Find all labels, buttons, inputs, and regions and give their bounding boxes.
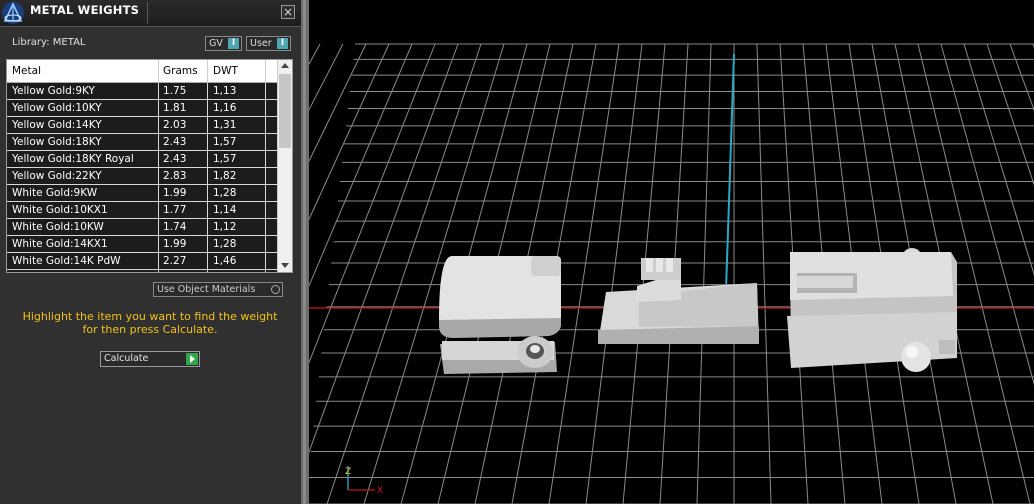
play-arrow-icon: [186, 353, 198, 365]
cell-dwt: 1,16: [213, 102, 237, 114]
header-divider: [158, 60, 159, 82]
close-button[interactable]: ×: [281, 5, 295, 19]
title-divider: [147, 2, 148, 24]
scroll-down-arrow-icon[interactable]: [281, 263, 289, 268]
grid-line: [986, 43, 1034, 186]
cell-dwt: 1,57: [213, 136, 237, 148]
y-axis-line: [725, 53, 735, 291]
use-object-materials-label: Use Object Materials: [157, 284, 256, 295]
table-row[interactable]: White Gold:14KX1 1.99 1,28: [7, 236, 277, 253]
cell-grams: 1.77: [163, 204, 187, 216]
cell-metal: Yellow Gold:18KY: [12, 136, 102, 148]
cell-grams: 1.77: [163, 272, 186, 273]
panel-titlebar[interactable]: METAL WEIGHTS ×: [0, 0, 301, 27]
cell-metal: White Gold:9KW: [12, 187, 98, 199]
cell-metal: White Gold:14KX1: [12, 238, 108, 250]
calculate-button[interactable]: Calculate: [100, 351, 200, 367]
cell-metal: White Gold:10KX1: [12, 204, 108, 216]
cell-dwt: 1,46: [213, 255, 237, 267]
grid-line: [309, 43, 413, 288]
grid-line: [309, 43, 390, 221]
table-row[interactable]: Yellow Gold:10KY 1.81 1,16: [7, 100, 277, 117]
cell-dwt: 1,28: [213, 238, 237, 250]
table-header: Metal Grams DWT: [7, 60, 277, 83]
table-row[interactable]: Yellow Gold:18KY 2.43 1,57: [7, 134, 277, 151]
instruction-text: Highlight the item you want to find the …: [22, 310, 278, 336]
cell-grams: 2.83: [163, 170, 187, 182]
cell-dwt: 1,31: [213, 119, 237, 131]
cell-grams: 1.99: [163, 238, 187, 250]
header-dwt[interactable]: DWT: [213, 65, 238, 77]
scroll-thumb[interactable]: [279, 74, 291, 148]
table-row[interactable]: White Gold:9KW 1.99 1,28: [7, 185, 277, 202]
model-wedge[interactable]: [598, 258, 759, 344]
panel-title: METAL WEIGHTS: [30, 3, 140, 17]
cell-dwt: 1,14: [213, 272, 236, 273]
cell-metal: White Gold:10KW: [12, 221, 104, 233]
grid-line: [696, 43, 712, 504]
axis-gizmo: Z X: [345, 466, 383, 496]
header-metal[interactable]: Metal: [12, 65, 41, 77]
table-row[interactable]: Yellow Gold:18KY Royal 2.43 1,57: [7, 151, 277, 168]
cell-dwt: 1,57: [213, 153, 237, 165]
metal-weights-panel: METAL WEIGHTS × Library: METAL GV I User…: [0, 0, 301, 504]
cell-grams: 2.03: [163, 119, 187, 131]
gv-toggle[interactable]: GV I: [205, 36, 242, 51]
user-toggle[interactable]: User I: [246, 36, 291, 51]
cell-metal: White Gold:14KW: [12, 272, 104, 273]
scroll-up-arrow-icon[interactable]: [281, 63, 289, 68]
cell-metal: Yellow Gold:22KY: [12, 170, 102, 182]
cell-grams: 1.75: [163, 85, 187, 97]
grid-line: [756, 43, 772, 504]
grid-line: [309, 43, 459, 454]
library-label: Library: METAL: [12, 37, 86, 48]
use-object-materials-option[interactable]: Use Object Materials: [153, 282, 283, 297]
cell-metal: Yellow Gold:14KY: [12, 119, 102, 131]
cell-grams: 2.27: [163, 255, 187, 267]
gv-toggle-label: GV: [209, 38, 223, 49]
viewport-canvas[interactable]: Z X: [309, 0, 1034, 504]
calculate-label: Calculate: [104, 353, 149, 364]
cell-grams: 1.81: [163, 102, 187, 114]
table-row[interactable]: White Gold:10KX1 1.77 1,14: [7, 202, 277, 219]
cell-metal: Yellow Gold:9KY: [12, 85, 95, 97]
cell-grams: 2.43: [163, 153, 187, 165]
cell-metal: White Gold:14K PdW: [12, 255, 121, 267]
cell-dwt: 1,14: [213, 204, 237, 216]
metal-table: Metal Grams DWT Yellow Gold:9KY 1.75 1,13 Y…: [6, 59, 293, 273]
radio-icon[interactable]: [271, 285, 280, 294]
app-logo-icon: [2, 2, 24, 24]
panel-splitter[interactable]: [301, 0, 309, 504]
cell-grams: 1.99: [163, 187, 187, 199]
gizmo-x-label: X: [377, 486, 383, 496]
cell-grams: 1.74: [163, 221, 187, 233]
table-body: Yellow Gold:9KY 1.75 1,13 Yellow Gold:10KY 1…: [7, 83, 277, 273]
table-row[interactable]: Yellow Gold:14KY 2.03 1,31: [7, 117, 277, 134]
table-row[interactable]: Yellow Gold:9KY 1.75 1,13: [7, 83, 277, 100]
header-divider: [265, 60, 266, 82]
table-row[interactable]: White Gold:14K PdW 2.27 1,46: [7, 253, 277, 270]
grid-line: [585, 43, 643, 504]
cell-dwt: 1,13: [213, 85, 237, 97]
user-toggle-label: User: [250, 38, 272, 49]
cell-dwt: 1,82: [213, 170, 237, 182]
cell-grams: 2.43: [163, 136, 187, 148]
header-grams[interactable]: Grams: [163, 65, 198, 77]
cell-metal: Yellow Gold:10KY: [12, 102, 102, 114]
cell-metal: Yellow Gold:18KY Royal: [12, 153, 134, 165]
table-row[interactable]: White Gold:14KW 1.77 1,14: [7, 270, 277, 273]
model-box-with-lid[interactable]: [439, 256, 561, 374]
3d-viewport[interactable]: Z X: [309, 0, 1034, 504]
gv-toggle-icon: I: [228, 38, 239, 49]
table-scrollbar[interactable]: [277, 60, 292, 272]
cell-dwt: 1,28: [213, 187, 237, 199]
grid-line: [309, 43, 436, 364]
user-toggle-icon: I: [277, 38, 288, 49]
table-row[interactable]: White Gold:10KW 1.74 1,12: [7, 219, 277, 236]
model-clasp-block[interactable]: [787, 248, 957, 372]
header-divider: [207, 60, 208, 82]
cell-dwt: 1,12: [213, 221, 237, 233]
table-row[interactable]: Yellow Gold:22KY 2.83 1,82: [7, 168, 277, 185]
gizmo-z-label: Z: [345, 467, 351, 477]
